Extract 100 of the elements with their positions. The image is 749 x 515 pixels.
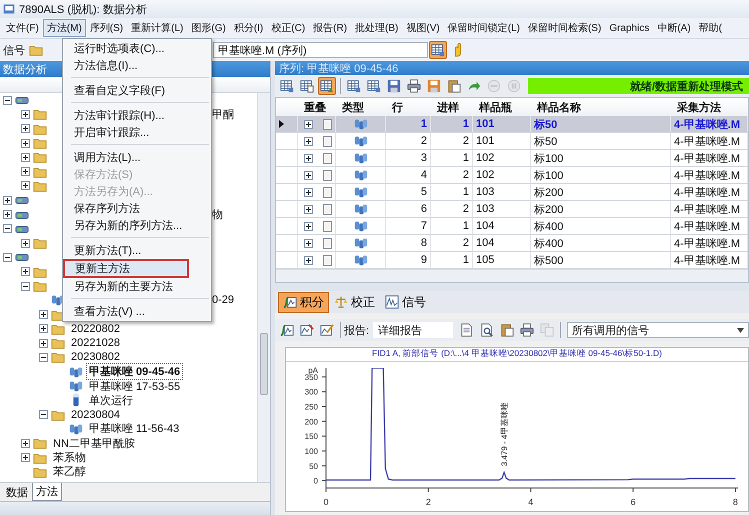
expand-icon[interactable] [304, 188, 313, 196]
expand-icon[interactable] [21, 267, 30, 276]
expand-icon[interactable] [39, 310, 48, 320]
checkbox[interactable] [323, 204, 332, 214]
expand-icon[interactable] [21, 438, 30, 448]
tree-item[interactable]: 20230802 [68, 350, 123, 364]
method-field[interactable]: 甲基咪唑.M (序列) [213, 42, 428, 58]
toolbar-button[interactable] [318, 77, 336, 95]
checkbox[interactable] [323, 118, 332, 130]
menu-item[interactable]: 中断(A) [653, 19, 695, 37]
panel-tab[interactable]: 数据 [2, 483, 32, 502]
toolbar-button[interactable] [385, 77, 403, 95]
tree-item[interactable]: NN二甲基甲酰胺 [50, 434, 138, 452]
table-row[interactable]: 7 1 104 标400 4-甲基咪唑.M [276, 218, 748, 235]
menu-item[interactable]: 保存序列方法 [63, 200, 189, 217]
table-row[interactable]: 8 2 104 标400 4-甲基咪唑.M [276, 235, 748, 252]
table-row[interactable]: 1 1 101 标50 4-甲基咪唑.M [276, 116, 748, 133]
menu-item[interactable]: 运行时选项表(C)... [63, 40, 189, 57]
tree-item[interactable]: 甲基咪唑 11-56-43 [86, 420, 182, 438]
menu-item[interactable]: 方法(M) [42, 19, 86, 37]
expand-icon[interactable] [304, 238, 313, 248]
menu-item[interactable]: 校正(C) [267, 19, 310, 37]
expand-icon[interactable] [21, 110, 30, 119]
tree-item[interactable]: 甲基咪唑 09-45-46 [86, 363, 184, 380]
column-header[interactable]: 类型 [336, 98, 386, 116]
expand-icon[interactable] [21, 181, 30, 190]
table-row[interactable]: 3 1 102 标100 4-甲基咪唑.M [276, 150, 748, 167]
expand-icon[interactable] [3, 196, 12, 205]
checkbox[interactable] [323, 220, 332, 232]
expand-icon[interactable] [304, 222, 313, 230]
column-header[interactable]: 重叠 [298, 98, 336, 116]
expand-icon[interactable] [21, 152, 30, 162]
expand-icon[interactable] [21, 238, 30, 248]
menu-item[interactable]: 查看方法(V) ... [63, 303, 189, 320]
column-header[interactable]: 样品瓶 [473, 98, 531, 116]
menu-item[interactable]: 视图(V) [402, 19, 444, 37]
column-header[interactable]: 采集方法 [671, 98, 748, 116]
collapse-icon[interactable] [3, 96, 12, 105]
checkbox[interactable] [323, 186, 332, 198]
menu-item[interactable]: 保留时间锁定(L) [444, 19, 524, 37]
menu-item[interactable]: 更新方法(T)... [63, 242, 189, 259]
expand-icon[interactable] [21, 453, 30, 462]
toolbar-button[interactable] [429, 41, 447, 59]
expand-icon[interactable] [21, 124, 30, 134]
column-header[interactable]: 进样 [431, 98, 473, 116]
tree-item[interactable]: 20221028 [68, 336, 123, 350]
expand-icon[interactable] [304, 256, 313, 264]
expand-icon[interactable] [304, 204, 313, 214]
checkbox[interactable] [323, 170, 332, 180]
tab[interactable]: 信号 [380, 292, 431, 312]
collapse-icon[interactable] [3, 224, 12, 234]
table-row[interactable]: 5 1 103 标200 4-甲基咪唑.M [276, 184, 748, 201]
column-header[interactable]: 行 [386, 98, 431, 116]
scrollbar[interactable] [257, 93, 270, 482]
menu-item[interactable]: 批处理(B) [351, 19, 402, 37]
tab[interactable]: 积分 [278, 292, 329, 312]
collapse-icon[interactable] [3, 252, 12, 262]
panel-tab[interactable]: 方法 [32, 483, 62, 501]
menu-item[interactable]: Graphics [605, 20, 654, 36]
expand-icon[interactable] [304, 170, 313, 180]
expand-icon[interactable] [39, 338, 48, 348]
scrollbar[interactable] [276, 269, 748, 282]
menu-item[interactable]: 保留时间检索(S) [524, 19, 606, 37]
report-field[interactable]: 详细报告 [373, 322, 454, 338]
tree-item[interactable]: 20220802 [68, 322, 123, 336]
tree-item[interactable]: 物 [212, 207, 223, 222]
checkbox[interactable] [323, 254, 332, 266]
expand-icon[interactable] [3, 210, 12, 220]
menu-item[interactable]: 调用方法(L)... [63, 149, 189, 166]
menu-item[interactable]: 文件(F) [2, 19, 43, 37]
table-row[interactable]: 2 2 101 标50 4-甲基咪唑.M [276, 133, 748, 150]
menu-item[interactable]: 另存为新的序列方法... [63, 217, 189, 234]
toolbar-button[interactable] [518, 321, 536, 339]
toolbar-button[interactable] [405, 77, 423, 95]
menu-item[interactable]: 重新计算(L) [127, 19, 188, 37]
expand-icon[interactable] [21, 167, 30, 176]
expand-icon[interactable] [304, 136, 313, 146]
tab[interactable]: 校正 [329, 292, 380, 312]
checkbox[interactable] [323, 136, 332, 146]
collapse-icon[interactable] [39, 352, 48, 362]
menu-item[interactable]: 开启审计跟踪... [63, 124, 189, 141]
menu-item[interactable]: 方法审计跟踪(H)... [63, 107, 189, 124]
table-row[interactable]: 4 2 102 标100 4-甲基咪唑.M [276, 167, 748, 184]
menu-item[interactable]: 序列(S) [86, 19, 128, 37]
menu-item[interactable]: 帮助( [694, 19, 726, 37]
menu-item[interactable]: 查看自定义字段(F) [63, 82, 189, 99]
expand-icon[interactable] [39, 324, 48, 334]
expand-icon[interactable] [21, 138, 30, 148]
checkbox[interactable] [323, 152, 332, 164]
column-header[interactable]: 样品名称 [531, 98, 671, 116]
menu-item[interactable]: 更新主方法 [63, 259, 189, 278]
checkbox[interactable] [323, 238, 332, 248]
tree-item[interactable]: 甲酮 [212, 106, 234, 122]
expand-icon[interactable] [304, 154, 313, 162]
signal-dropdown[interactable]: 所有调用的信号 [567, 322, 749, 338]
expand-icon[interactable] [304, 120, 313, 128]
tree-item[interactable]: 20230804 [68, 408, 123, 422]
menu-item[interactable]: 报告(R) [309, 19, 352, 37]
table-row[interactable]: 6 2 103 标200 4-甲基咪唑.M [276, 201, 748, 218]
menu-item[interactable]: 积分(I) [230, 19, 268, 37]
